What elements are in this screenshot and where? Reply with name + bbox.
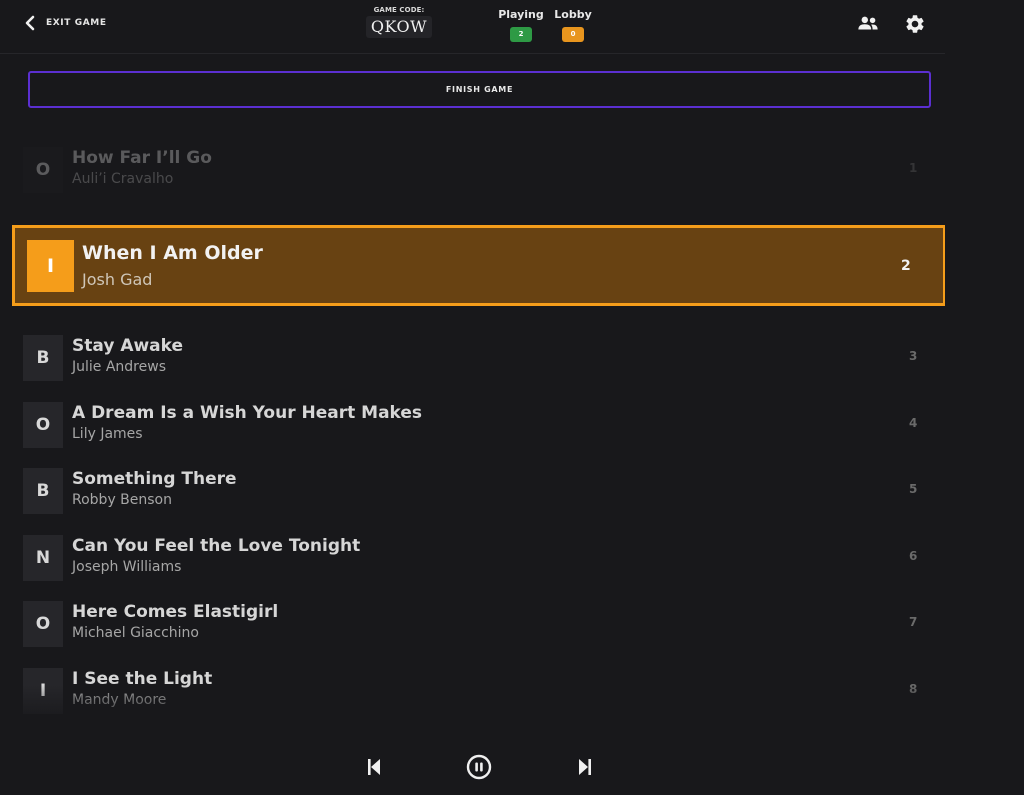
game-code-label: GAME CODE:	[373, 6, 425, 14]
playback-controls	[0, 750, 945, 784]
track-number: 2	[901, 258, 911, 274]
track-title: I See the Light	[72, 669, 213, 689]
track-item[interactable]: O How Far I’ll Go Auli’i Cravalho 1	[23, 147, 945, 193]
track-number: 6	[909, 549, 918, 563]
settings-button[interactable]	[903, 12, 927, 36]
bingo-letter: O	[23, 601, 63, 647]
lobby-stat: Lobby 0	[553, 8, 593, 42]
track-number: 4	[909, 416, 918, 430]
chevron-left-icon	[25, 15, 35, 31]
track-title: Here Comes Elastigirl	[72, 602, 279, 622]
track-title: How Far I’ll Go	[72, 148, 212, 168]
track-artist: Michael Giacchino	[72, 625, 199, 641]
bingo-letter: B	[23, 335, 63, 381]
playing-count-badge: 2	[510, 27, 532, 42]
game-code-value: QKOW	[366, 16, 432, 38]
previous-track-button[interactable]	[357, 750, 391, 784]
track-artist: Mandy Moore	[72, 692, 167, 708]
exit-game-label: EXIT GAME	[46, 18, 107, 28]
track-number: 7	[909, 615, 918, 629]
track-item[interactable]: I I See the Light Mandy Moore 8	[23, 668, 945, 714]
track-number: 1	[909, 161, 918, 175]
bingo-letter: I	[23, 668, 63, 714]
track-number: 3	[909, 349, 918, 363]
track-title: Stay Awake	[72, 336, 184, 356]
track-item[interactable]: B Stay Awake Julie Andrews 3	[23, 335, 945, 381]
lobby-label: Lobby	[554, 8, 592, 21]
skip-next-icon	[579, 759, 591, 775]
playing-label: Playing	[498, 8, 544, 21]
next-track-button[interactable]	[568, 750, 602, 784]
track-title: Can You Feel the Love Tonight	[72, 536, 361, 556]
bingo-letter: N	[23, 535, 63, 581]
bingo-letter: I	[27, 240, 74, 292]
game-code: GAME CODE: QKOW	[366, 6, 432, 38]
track-title: When I Am Older	[82, 242, 263, 264]
bingo-letter: O	[23, 402, 63, 448]
people-icon	[858, 16, 878, 30]
track-item[interactable]: N Can You Feel the Love Tonight Joseph W…	[23, 535, 945, 581]
playing-stat: Playing 2	[498, 8, 544, 42]
track-number: 5	[909, 482, 918, 496]
track-artist: Joseph Williams	[72, 559, 182, 575]
track-artist: Robby Benson	[72, 492, 172, 508]
current-track-item[interactable]: I When I Am Older Josh Gad 2	[12, 225, 945, 306]
track-artist: Auli’i Cravalho	[72, 171, 174, 187]
pause-circle-icon	[466, 754, 492, 780]
track-list: O How Far I’ll Go Auli’i Cravalho 1 I Wh…	[0, 140, 945, 715]
track-number: 8	[909, 682, 918, 696]
lobby-count-badge: 0	[562, 27, 584, 42]
bingo-letter: B	[23, 468, 63, 514]
finish-game-label: FINISH GAME	[445, 85, 514, 94]
track-artist: Lily James	[72, 426, 143, 442]
track-title: Something There	[72, 469, 237, 489]
finish-game-button[interactable]: FINISH GAME	[28, 71, 931, 108]
track-item[interactable]: B Something There Robby Benson 5	[23, 468, 945, 514]
track-artist: Julie Andrews	[72, 359, 166, 375]
players-button[interactable]	[856, 12, 880, 36]
track-item[interactable]: O A Dream Is a Wish Your Heart Makes Lil…	[23, 402, 945, 448]
gear-icon	[906, 15, 924, 33]
track-title: A Dream Is a Wish Your Heart Makes	[72, 403, 423, 423]
track-item[interactable]: O Here Comes Elastigirl Michael Giacchin…	[23, 601, 945, 647]
header: EXIT GAME GAME CODE: QKOW Playing 2 Lobb…	[0, 0, 945, 54]
pause-button[interactable]	[462, 750, 496, 784]
exit-game-button[interactable]: EXIT GAME	[24, 13, 107, 33]
bingo-letter: O	[23, 147, 63, 193]
track-artist: Josh Gad	[82, 270, 153, 289]
game-screen: EXIT GAME GAME CODE: QKOW Playing 2 Lobb…	[0, 0, 1024, 795]
skip-previous-icon	[368, 759, 380, 775]
